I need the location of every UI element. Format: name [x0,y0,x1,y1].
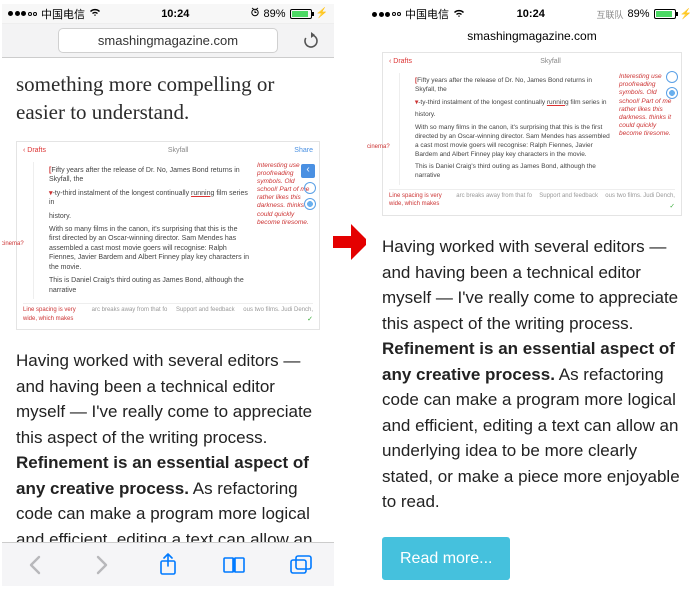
status-bar: 中国电信 10:24 互联队 89% ⚡ [366,4,698,24]
lead-text: something more compelling or easier to u… [16,70,320,127]
read-more-button[interactable]: Read more... [382,537,510,580]
clock: 10:24 [161,8,189,20]
doc-p3a: This is Daniel Craig's third outing as J… [415,163,611,181]
doc-tab: Skyfall [540,57,561,67]
doc-p3a: This is Daniel Craig's third outing as J… [49,276,249,295]
para-s1: Having worked with several editors — and… [16,351,312,447]
doc-cinema-note: cinema? [367,143,390,152]
circle-icon [304,182,316,194]
carrier-label: 中国电信 [405,6,449,22]
battery-icon [654,9,676,19]
editor-screenshot: ‹ Drafts Skyfall Share ‹ [Fifty years af… [16,141,320,331]
share-button[interactable] [156,553,180,577]
doc-p1c: history. [415,111,611,120]
bookmarks-button[interactable] [222,553,246,577]
extra-label: 互联队 [596,8,623,21]
charge-icon: ⚡ [680,9,692,20]
phone-left: 中国电信 10:24 89% ⚡ smashingmagazine.com [2,4,334,586]
url-field[interactable]: smashingmagazine.com [422,25,642,47]
battery-pct: 89% [264,8,286,20]
forward-button[interactable] [90,553,114,577]
doc-share: Share [294,146,313,156]
doc-p1a: Fifty years after the release of Dr. No,… [415,77,592,93]
tabs-button[interactable] [289,553,313,577]
phone-right: 中国电信 10:24 互联队 89% ⚡ smashingmagazine.co… [366,4,698,586]
doc-cinema-note: cinema? [2,240,24,249]
doc-support: Support and feedback [176,306,235,323]
back-button[interactable] [23,553,47,577]
article-content: something more compelling or easier to u… [2,58,334,546]
doc-p1b2: film series in [569,99,607,106]
charge-icon: ⚡ [316,8,328,19]
circle-marker-icon [666,87,678,99]
wifi-icon [453,8,465,21]
article-content: ‹ Drafts Skyfall . [Fifty years after th… [366,48,698,582]
doc-tab: Skyfall [168,146,189,156]
battery-icon [290,9,312,19]
doc-p2: With so many films in the canon, it's su… [49,225,249,272]
status-left: 中国电信 [8,6,101,22]
doc-p2: With so many films in the canon, it's su… [415,124,611,159]
wifi-icon [89,7,101,20]
url-field[interactable]: smashingmagazine.com [58,28,278,53]
doc-sidenote: Interesting use proofreading symbols. Ol… [257,162,313,299]
safari-toolbar [2,542,334,586]
clock: 10:24 [517,8,545,20]
status-left: 中国电信 [372,6,465,22]
doc-p3c: ous two films. Judi Dench, [605,192,675,209]
check-icon: ✓ [307,315,313,325]
editor-screenshot: ‹ Drafts Skyfall . [Fifty years after th… [382,52,682,216]
blue-toggle-icon: ‹ [301,164,315,178]
signal-dots-icon [372,12,401,17]
doc-linespacing-note: Line spacing is very wide, which makes [389,192,449,209]
doc-p1b-hl: running [547,99,569,106]
status-bar: 中国电信 10:24 89% ⚡ [2,4,334,24]
status-right: 89% ⚡ [250,7,328,20]
status-right: 互联队 89% ⚡ [596,8,692,21]
doc-drafts: ‹ Drafts [23,146,46,156]
battery-pct: 89% [628,8,650,20]
doc-p3b: arc breaks away from that fo [456,192,532,209]
circle-icon [666,71,678,83]
doc-p3b: arc breaks away from that fo [92,306,168,323]
url-bar: smashingmagazine.com [366,24,698,48]
para-s1: Having worked with several editors — and… [382,237,678,333]
doc-p3c: ous two films. Judi Dench, [243,306,313,323]
reload-button[interactable] [302,32,320,50]
doc-p1a: Fifty years after the release of Dr. No,… [49,167,240,183]
carrier-label: 中国电信 [41,6,85,22]
doc-p1b-hl: running [191,190,214,197]
doc-support: Support and feedback [539,192,598,209]
signal-dots-icon [8,11,37,16]
doc-p1c: history. [49,212,249,221]
doc-p1b: -ty-third instalment of the longest cont… [53,190,192,197]
doc-drafts: ‹ Drafts [389,57,412,67]
article-paragraph: Having worked with several editors — and… [16,348,320,546]
alarm-icon [250,7,260,20]
article-paragraph: Having worked with several editors — and… [382,234,682,515]
circle-marker-icon [304,198,316,210]
url-bar: smashingmagazine.com [2,24,334,58]
check-icon: ✓ [670,202,675,211]
para-s2: As refactoring code can make a program m… [382,365,680,512]
doc-linespacing-note: Line spacing is very wide, which makes [23,306,83,323]
doc-p1b: -ty-third instalment of the longest cont… [418,99,547,106]
red-arrow-icon [333,220,369,264]
